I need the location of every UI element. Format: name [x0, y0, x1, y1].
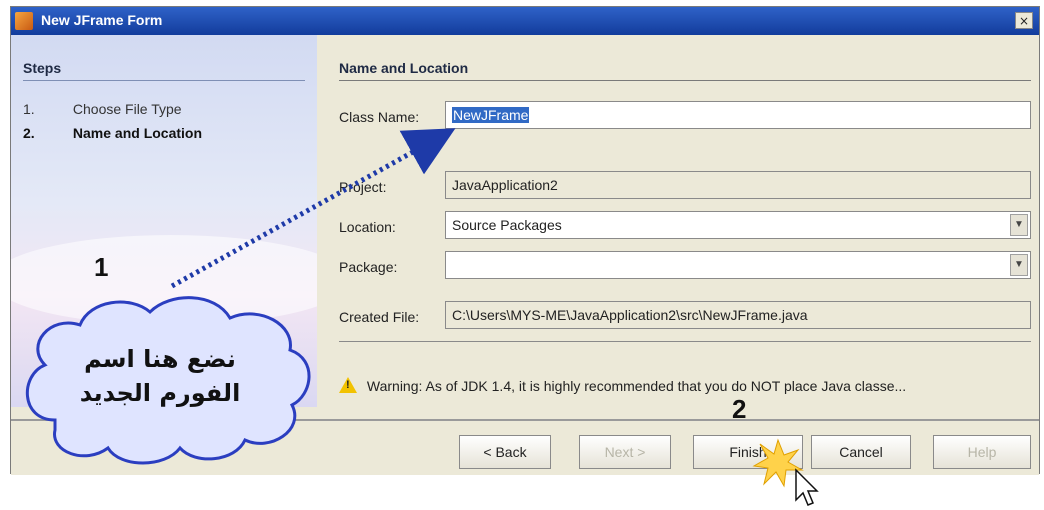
step-label: Choose File Type — [72, 101, 182, 117]
location-select[interactable]: Source Packages ▼ — [445, 211, 1031, 239]
chevron-down-icon[interactable]: ▼ — [1010, 214, 1028, 236]
app-icon — [15, 12, 33, 30]
finish-button[interactable]: Finish — [693, 435, 803, 469]
created-file-field: C:\Users\MYS-ME\JavaApplication2\src\New… — [445, 301, 1031, 329]
project-label: Project: — [339, 179, 387, 195]
form-divider — [339, 341, 1031, 342]
back-button[interactable]: < Back — [459, 435, 551, 469]
warning-text: Warning: As of JDK 1.4, it is highly rec… — [366, 378, 907, 394]
class-name-value: NewJFrame — [452, 107, 530, 123]
window-title: New JFrame Form — [41, 12, 163, 28]
steps-heading: Steps — [23, 60, 62, 76]
step-choose-file-type: 1. Choose File Type — [23, 101, 182, 117]
step-label: Name and Location — [72, 125, 203, 141]
step-name-and-location: 2. Name and Location — [23, 125, 202, 141]
form-pane: Name and Location Class Name: NewJFrame … — [317, 35, 1039, 407]
project-field: JavaApplication2 — [445, 171, 1031, 199]
location-value: Source Packages — [452, 217, 562, 233]
decorative-wave — [11, 235, 317, 325]
steps-divider — [23, 80, 305, 81]
button-bar: < Back Next > Finish Cancel Help — [11, 407, 1039, 475]
class-name-label: Class Name: — [339, 109, 420, 125]
class-name-input[interactable]: NewJFrame — [445, 101, 1031, 129]
section-title: Name and Location — [339, 60, 469, 76]
location-label: Location: — [339, 219, 396, 235]
button-bar-divider — [11, 419, 1039, 421]
title-bar: New JFrame Form × — [11, 7, 1039, 35]
chevron-down-icon[interactable]: ▼ — [1010, 254, 1028, 276]
next-button[interactable]: Next > — [579, 435, 671, 469]
close-button[interactable]: × — [1015, 12, 1033, 29]
step-number: 2. — [23, 125, 35, 141]
package-select[interactable]: ▼ — [445, 251, 1031, 279]
steps-pane: Steps 1. Choose File Type 2. Name and Lo… — [11, 35, 317, 407]
warning-message: Warning: As of JDK 1.4, it is highly rec… — [339, 377, 906, 394]
cursor-icon — [795, 468, 819, 506]
section-divider — [339, 80, 1031, 81]
new-jframe-form-dialog: New JFrame Form × Steps 1. Choose File T… — [10, 6, 1040, 475]
warning-icon — [339, 377, 357, 393]
step-number: 1. — [23, 101, 35, 117]
created-file-label: Created File: — [339, 309, 420, 325]
cancel-button[interactable]: Cancel — [811, 435, 911, 469]
help-button[interactable]: Help — [933, 435, 1031, 469]
package-label: Package: — [339, 259, 398, 275]
